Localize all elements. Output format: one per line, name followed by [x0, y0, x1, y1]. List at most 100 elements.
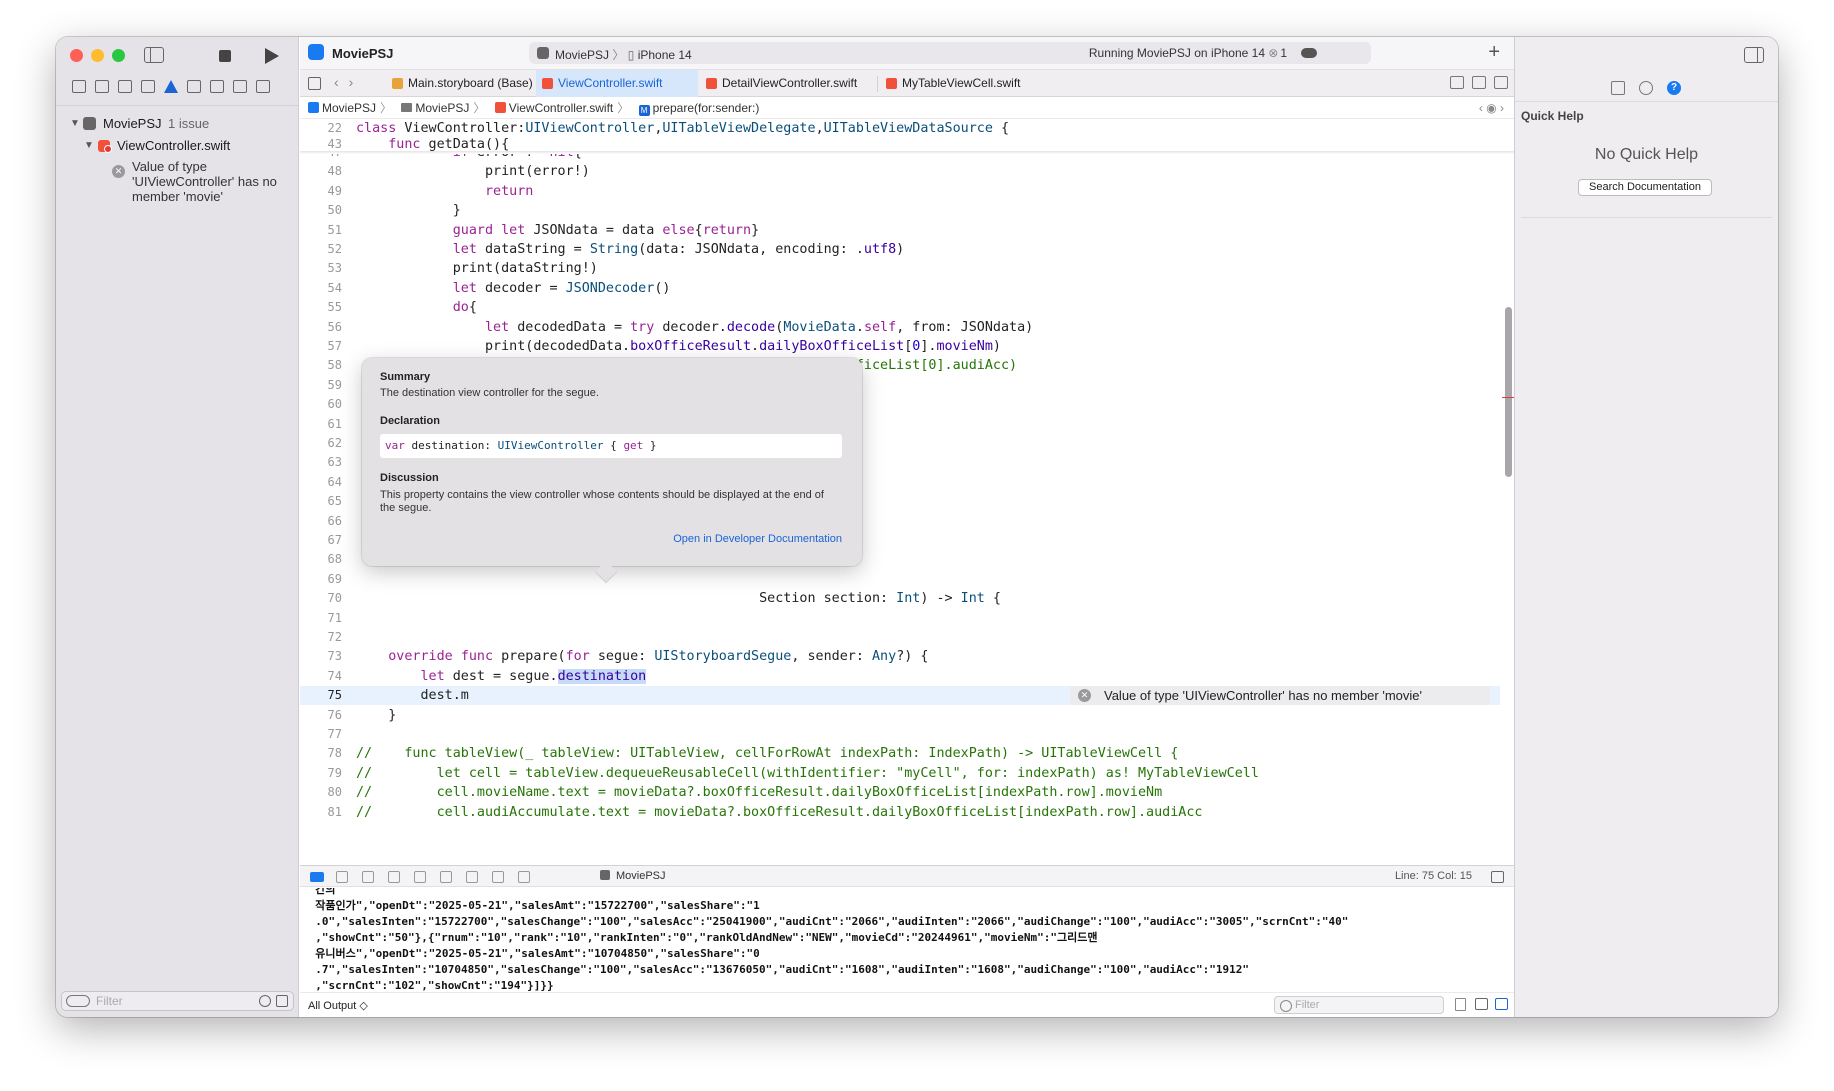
- toggle-navigator-icon[interactable]: [144, 47, 164, 63]
- issue-navigator-icon[interactable]: [164, 80, 178, 93]
- navigator-filter[interactable]: Filter: [61, 991, 294, 1011]
- run-icon[interactable]: [265, 48, 279, 64]
- code-line[interactable]: 53 print(dataString!): [300, 259, 1500, 278]
- line-code: print(decodedData.boxOfficeResult.dailyB…: [356, 339, 1001, 354]
- breadcrumb-item[interactable]: ViewController.swift: [509, 101, 613, 115]
- code-line[interactable]: 51 guard let JSONdata = data else{return…: [300, 221, 1500, 240]
- editor-scrollbar[interactable]: [1505, 307, 1512, 477]
- chevron-down-icon[interactable]: ▼: [84, 135, 94, 157]
- code-line[interactable]: 70 Section section: Int) -> Int {: [300, 589, 1500, 608]
- console-layout-icon[interactable]: [1491, 871, 1504, 883]
- test-navigator-icon[interactable]: [187, 80, 201, 93]
- file-inspector-icon[interactable]: [1611, 81, 1625, 95]
- step-out-icon[interactable]: [414, 871, 426, 883]
- activity-view[interactable]: MoviePSJ 〉 ▯ iPhone 14 Running MoviePSJ …: [529, 42, 1371, 64]
- code-line[interactable]: 52 let dataString = String(data: JSONdat…: [300, 240, 1500, 259]
- add-library-icon[interactable]: +: [1488, 41, 1500, 64]
- tab-mytableviewcell[interactable]: MyTableViewCell.swift: [880, 70, 1040, 97]
- issues-only-icon[interactable]: [276, 995, 288, 1007]
- minimize-window-button[interactable]: [91, 49, 104, 62]
- step-over-icon[interactable]: [362, 871, 374, 883]
- find-navigator-icon[interactable]: [141, 80, 155, 93]
- code-line[interactable]: 49 return: [300, 182, 1500, 201]
- developer-docs-link[interactable]: Open in Developer Documentation: [673, 533, 842, 545]
- console-view-icon[interactable]: [1495, 998, 1508, 1010]
- refresh-canvas-icon[interactable]: [1450, 76, 1464, 89]
- related-items-icon[interactable]: [308, 77, 321, 90]
- tab-main-storyboard[interactable]: Main.storyboard (Base): [386, 70, 536, 97]
- popover-summary-title: Summary: [380, 371, 431, 383]
- toggle-inspector-icon[interactable]: [1744, 47, 1764, 63]
- scheme-selector[interactable]: MoviePSJ 〉 ▯ iPhone 14: [555, 46, 692, 63]
- tree-row-project[interactable]: ▼ MoviePSJ 1 issue: [56, 113, 298, 135]
- report-navigator-icon[interactable]: [256, 80, 270, 93]
- breadcrumb-item[interactable]: prepare(for:sender:): [653, 101, 760, 115]
- console-line: 유니버스","openDt":"2025-05-21","salesAmt":"…: [302, 947, 760, 960]
- code-line[interactable]: 74 let dest = segue.destination: [300, 667, 1500, 686]
- issue-count-badge[interactable]: 1: [1268, 46, 1287, 60]
- tab-viewcontroller[interactable]: ViewController.swift: [536, 70, 698, 97]
- code-line[interactable]: 78 // func tableView(_ tableView: UITable…: [300, 744, 1500, 763]
- tree-row-file[interactable]: ▼ ViewController.swift: [56, 135, 298, 157]
- code-line[interactable]: 75 dest.m ✕ Value of type 'UIViewControlle…: [300, 686, 1500, 706]
- tree-row-issue[interactable]: ✕ Value of type 'UIViewController' has n…: [56, 159, 298, 209]
- environment-overrides-icon[interactable]: [492, 871, 504, 883]
- error-icon: ✕: [1078, 689, 1091, 703]
- tree-project-name: MoviePSJ: [103, 116, 162, 131]
- code-line[interactable]: 55 do{: [300, 298, 1500, 317]
- code-line[interactable]: 50 }: [300, 201, 1500, 220]
- close-window-button[interactable]: [70, 49, 83, 62]
- code-line[interactable]: 48 print(error!): [300, 162, 1500, 181]
- view-debugger-icon[interactable]: [440, 871, 452, 883]
- editor-options-icon[interactable]: [1472, 76, 1486, 89]
- code-line[interactable]: 77: [300, 725, 1500, 744]
- project-navigator-icon[interactable]: [72, 80, 86, 93]
- history-inspector-icon[interactable]: [1639, 81, 1653, 95]
- code-line[interactable]: 73 override func prepare(for segue: UISt…: [300, 647, 1500, 666]
- symbol-navigator-icon[interactable]: [118, 80, 132, 93]
- pause-icon[interactable]: [336, 871, 348, 883]
- debug-target[interactable]: MoviePSJ: [600, 870, 666, 882]
- console-filter[interactable]: Filter: [1274, 996, 1444, 1014]
- breadcrumb-item[interactable]: MoviePSJ: [322, 101, 376, 115]
- code-line[interactable]: 79 // let cell = tableView.dequeueReusabl…: [300, 764, 1500, 783]
- zoom-window-button[interactable]: [112, 49, 125, 62]
- output-selector[interactable]: All Output ◇: [308, 999, 368, 1012]
- code-line[interactable]: 71: [300, 609, 1500, 628]
- cloud-icon[interactable]: [1301, 48, 1317, 58]
- tab-label: DetailViewController.swift: [722, 76, 858, 90]
- selected-symbol[interactable]: destination: [557, 668, 647, 684]
- code-line[interactable]: 80 // cell.movieName.text = movieData?.bo…: [300, 783, 1500, 802]
- variables-view-icon[interactable]: [1475, 998, 1488, 1010]
- split-editor-icon[interactable]: [1494, 76, 1508, 89]
- simulate-location-icon[interactable]: [518, 871, 530, 883]
- chevron-down-icon[interactable]: ▼: [70, 113, 80, 135]
- breakpoint-navigator-icon[interactable]: [233, 80, 247, 93]
- tab-detailviewcontroller[interactable]: DetailViewController.swift: [700, 70, 876, 97]
- search-documentation-button[interactable]: Search Documentation: [1578, 179, 1712, 196]
- console-output[interactable]: 간의 작품인가","openDt":"2025-05-21","salesAmt…: [300, 888, 1514, 992]
- stop-icon[interactable]: [219, 50, 231, 62]
- recent-files-icon[interactable]: [259, 995, 271, 1007]
- step-into-icon[interactable]: [388, 871, 400, 883]
- code-line[interactable]: 76 }: [300, 706, 1500, 725]
- hide-debug-area-icon[interactable]: [310, 872, 324, 882]
- inline-error-message[interactable]: ✕ Value of type 'UIViewController' has no…: [1070, 686, 1490, 706]
- debug-navigator-icon[interactable]: [210, 80, 224, 93]
- trash-icon[interactable]: [1455, 998, 1466, 1011]
- line-code: let decoder = JSONDecoder(): [452, 280, 671, 296]
- code-line[interactable]: 69: [300, 570, 1500, 589]
- console-line: 간의: [302, 888, 336, 896]
- code-line[interactable]: 56 let decodedData = try decoder.decode(…: [300, 318, 1500, 337]
- issue-nav-arrows-icon[interactable]: ‹ ◉ ›: [1479, 98, 1504, 119]
- memory-graph-icon[interactable]: [466, 871, 478, 883]
- code-line[interactable]: 54 let decoder = JSONDecoder(): [300, 279, 1500, 298]
- quick-help-icon[interactable]: ?: [1667, 81, 1681, 95]
- code-line[interactable]: 72: [300, 628, 1500, 647]
- source-control-icon[interactable]: [95, 80, 109, 93]
- line-code: // cell.movieName.text = movieData?.boxO…: [356, 785, 1163, 801]
- code-line[interactable]: 81 // cell.audiAccumulate.text = movieDat…: [300, 803, 1500, 822]
- code-line[interactable]: 57 print(decodedData.boxOfficeResult.dai…: [300, 337, 1500, 356]
- history-arrows-icon[interactable]: ‹›: [334, 74, 363, 90]
- breadcrumb-item[interactable]: MoviePSJ: [415, 101, 469, 115]
